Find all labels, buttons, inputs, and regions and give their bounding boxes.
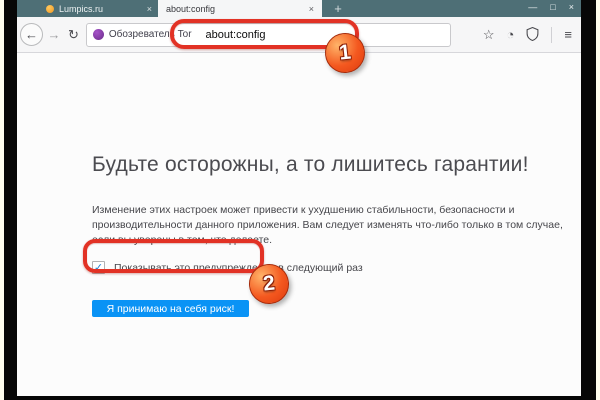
tab-bar: Lumpics.ru × about:config × + — □ × — [17, 0, 581, 17]
reload-icon: ↻ — [68, 27, 79, 42]
lumpics-favicon-icon — [46, 5, 54, 13]
tab-label: Lumpics.ru — [59, 4, 103, 14]
maximize-button[interactable]: □ — [550, 0, 555, 15]
toolbar-icons: ☆ ◔ ≡ — [483, 27, 581, 43]
bookmark-star-icon[interactable]: ☆ — [483, 28, 495, 41]
tab-about-config[interactable]: about:config × — [158, 0, 322, 17]
tor-circuit-icon[interactable]: ◔ — [507, 28, 515, 41]
window-controls: — □ × — [528, 0, 574, 15]
tab-close-icon[interactable]: × — [303, 4, 314, 14]
tab-label: about:config — [166, 4, 215, 14]
forward-arrow-icon: → — [48, 27, 61, 42]
new-tab-button[interactable]: + — [329, 1, 347, 16]
back-arrow-icon: ← — [25, 28, 38, 41]
minimize-button[interactable]: — — [528, 0, 537, 15]
menu-hamburger-icon[interactable]: ≡ — [564, 28, 572, 41]
security-shield-icon[interactable] — [526, 27, 539, 43]
accept-risk-button[interactable]: Я принимаю на себя риск! — [92, 300, 249, 317]
tor-onion-icon — [93, 29, 104, 40]
close-window-button[interactable]: × — [569, 0, 574, 15]
tab-close-icon[interactable]: × — [141, 4, 152, 14]
highlight-box-accept-button — [83, 239, 264, 273]
tab-lumpics[interactable]: Lumpics.ru × — [40, 0, 158, 17]
page-title: Будьте осторожны, а то лишитесь гарантии… — [92, 153, 529, 177]
page-content: Будьте осторожны, а то лишитесь гарантии… — [17, 53, 581, 396]
browser-window: Lumpics.ru × about:config × + — □ × ← → … — [17, 0, 581, 396]
back-button[interactable]: ← — [20, 23, 43, 46]
forward-button[interactable]: → — [46, 28, 62, 41]
reload-button[interactable]: ↻ — [68, 28, 79, 41]
toolbar-divider — [551, 27, 552, 43]
